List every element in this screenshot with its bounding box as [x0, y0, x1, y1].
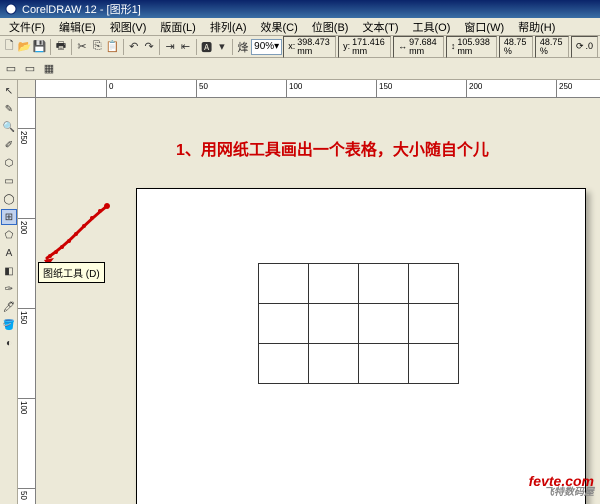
separator [50, 39, 51, 55]
size-h-box: ↕105.938 mm [446, 36, 497, 58]
eyedropper-tool[interactable]: ✑ [1, 281, 17, 297]
title-text: CorelDRAW 12 - [图形1] [22, 1, 141, 17]
prop-btn-2[interactable]: ▭ [21, 60, 39, 78]
property-status: x:398.473 mm y:171.416 mm ↔97.684 mm ↕10… [283, 36, 598, 58]
zoom-tool[interactable]: 🔍 [1, 119, 17, 135]
drawn-grid-object[interactable] [258, 263, 459, 384]
open-button[interactable]: 📂 [17, 38, 31, 56]
menu-window[interactable]: 窗口(W) [457, 19, 511, 35]
cut-button[interactable]: ✂ [75, 38, 89, 56]
menu-effects[interactable]: 效果(C) [254, 19, 305, 35]
shape-tool[interactable]: ✎ [1, 101, 17, 117]
zoom-level[interactable]: 90% ▾ [251, 39, 282, 55]
polygon-tool[interactable]: ⬠ [1, 227, 17, 243]
toolbox: ↖ ✎ 🔍 ✐ ⬡ ▭ ◯ ⊞ ⬠ A ◧ ✑ 🖊 🪣 ◐ [0, 80, 18, 504]
ruler-corner [18, 80, 36, 98]
rectangle-tool[interactable]: ▭ [1, 173, 17, 189]
menu-layout[interactable]: 版面(L) [153, 19, 202, 35]
interactive-blend-tool[interactable]: ◧ [1, 263, 17, 279]
print-button[interactable]: 🖶 [54, 38, 68, 56]
separator [123, 39, 124, 55]
interactive-fill-tool[interactable]: ◐ [1, 335, 17, 351]
welcome-button[interactable]: 烽 [236, 38, 250, 56]
vertical-ruler: 250 200 150 100 50 [18, 98, 36, 504]
canvas-viewport[interactable]: 1、用网纸工具画出一个表格，大小随自个儿 图纸工具 (D) [36, 98, 600, 504]
separator [71, 39, 72, 55]
standard-toolbar: 🗋 📂 💾 🖶 ✂ ⎘ 📋 ↶ ↷ ⇥ ⇤ 🅰 ▾ 烽 90% ▾ x:398.… [0, 36, 600, 58]
app-icon [4, 2, 18, 16]
freehand-tool[interactable]: ✐ [1, 137, 17, 153]
position-y-box: y:171.416 mm [338, 36, 391, 58]
position-box: x:398.473 mm [283, 36, 336, 58]
titlebar: CorelDRAW 12 - [图形1] [0, 0, 600, 18]
menu-view[interactable]: 视图(V) [103, 19, 154, 35]
menu-edit[interactable]: 编辑(E) [52, 19, 103, 35]
app-launcher-button[interactable]: 🅰 [199, 38, 213, 56]
prop-btn-3[interactable]: ▦ [40, 60, 58, 78]
rotation-box: ⟳.0 [571, 36, 598, 58]
tutorial-annotation: 1、用网纸工具画出一个表格，大小随自个儿 [176, 136, 489, 160]
separator [159, 39, 160, 55]
copy-button[interactable]: ⎘ [90, 38, 104, 56]
canvas-area[interactable]: 0 50 100 150 200 250 250 200 150 100 50 … [18, 80, 600, 504]
paste-button[interactable]: 📋 [105, 38, 119, 56]
new-button[interactable]: 🗋 [2, 38, 16, 56]
export-button[interactable]: ⇤ [178, 38, 192, 56]
menu-arrange[interactable]: 排列(A) [203, 19, 254, 35]
prop-btn-1[interactable]: ▭ [2, 60, 20, 78]
workspace: ↖ ✎ 🔍 ✐ ⬡ ▭ ◯ ⊞ ⬠ A ◧ ✑ 🖊 🪣 ◐ 0 50 100 1… [0, 80, 600, 504]
graph-paper-tool[interactable]: ⊞ [1, 209, 17, 225]
pick-tool[interactable]: ↖ [1, 83, 17, 99]
menu-help[interactable]: 帮助(H) [511, 19, 562, 35]
menu-file[interactable]: 文件(F) [2, 19, 52, 35]
corel-online-button[interactable]: ▾ [215, 38, 229, 56]
import-button[interactable]: ⇥ [163, 38, 177, 56]
menubar: 文件(F) 编辑(E) 视图(V) 版面(L) 排列(A) 效果(C) 位图(B… [0, 18, 600, 36]
property-toolbar: ▭ ▭ ▦ [0, 58, 600, 80]
annotation-arrow-icon [42, 198, 122, 268]
undo-button[interactable]: ↶ [127, 38, 141, 56]
separator [196, 39, 197, 55]
separator [232, 39, 233, 55]
watermark: fevte.com 飞特数码屋 [529, 474, 594, 498]
fill-tool[interactable]: 🪣 [1, 317, 17, 333]
smart-draw-tool[interactable]: ⬡ [1, 155, 17, 171]
menu-bitmap[interactable]: 位图(B) [305, 19, 356, 35]
scale-x-box: 48.75 % [499, 36, 533, 58]
menu-text[interactable]: 文本(T) [355, 19, 405, 35]
tool-tooltip: 图纸工具 (D) [38, 262, 105, 283]
menu-tools[interactable]: 工具(O) [406, 19, 458, 35]
size-w-box: ↔97.684 mm [393, 36, 444, 58]
ellipse-tool[interactable]: ◯ [1, 191, 17, 207]
scale-y-box: 48.75 % [535, 36, 569, 58]
redo-button[interactable]: ↷ [142, 38, 156, 56]
save-button[interactable]: 💾 [33, 38, 47, 56]
horizontal-ruler: 0 50 100 150 200 250 [36, 80, 600, 98]
text-tool[interactable]: A [1, 245, 17, 261]
outline-tool[interactable]: 🖊 [1, 299, 17, 315]
